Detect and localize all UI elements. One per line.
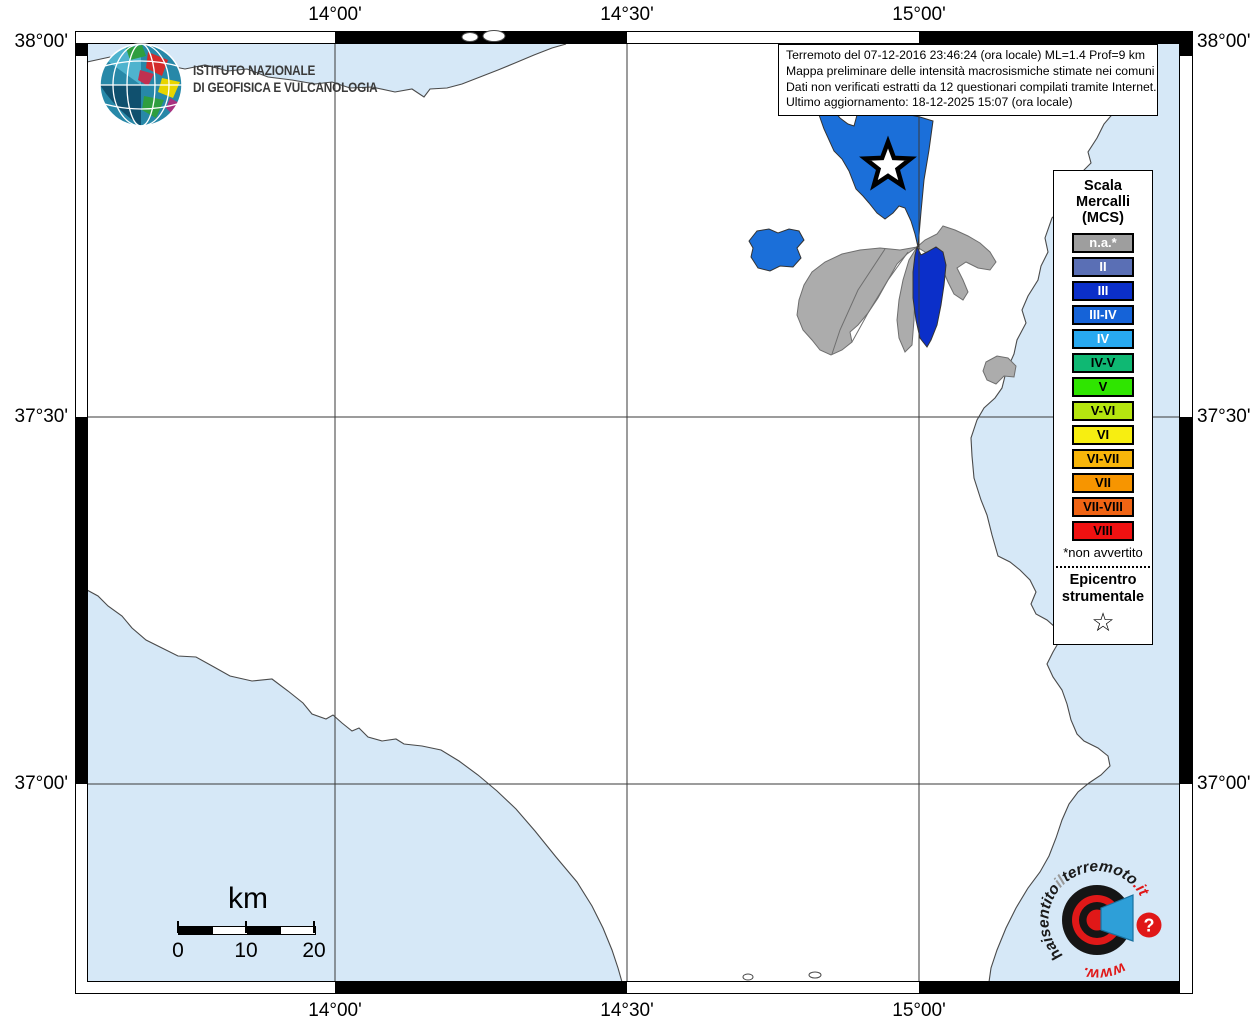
scalebar-seg2 xyxy=(213,927,247,934)
info-line-event: Terremoto del 07-12-2016 23:46:24 (ora l… xyxy=(786,48,1146,62)
lon-label-top-15-00: 15°00' xyxy=(892,4,946,25)
legend-item-III-IV: III-IV xyxy=(1072,305,1134,325)
lat-label-right-37-00: 37°00' xyxy=(1197,773,1251,794)
legend-item-VI-VII: VI-VII xyxy=(1072,449,1134,469)
scalebar-label-20: 20 xyxy=(302,939,326,962)
municipality-west-blue xyxy=(748,228,805,272)
legend-title-line3: (MCS) xyxy=(1082,210,1124,226)
lat-label-left-38-00: 38°00' xyxy=(14,31,69,52)
ingv-line2: DI GEOFISICA E VULCANOLOGIA xyxy=(193,78,378,95)
municipalities-na xyxy=(796,225,1017,385)
scalebar-label-0: 0 xyxy=(172,939,184,962)
lon-label-top-14-00: 14°00' xyxy=(308,4,362,25)
legend-item-VIII: VIII xyxy=(1072,521,1134,541)
scalebar-seg3 xyxy=(247,927,281,934)
sea-south xyxy=(87,590,622,982)
earthquake-info-box: Terremoto del 07-12-2016 23:46:24 (ora l… xyxy=(778,44,1158,117)
ingv-line1: ISTITUTO NAZIONALE xyxy=(193,62,316,78)
legend-item-n.a.*: n.a.* xyxy=(1072,233,1134,253)
lon-label-top-14-30: 14°30' xyxy=(600,4,654,25)
legend-items: n.a.* II III III-IV IV IV-V V V-VI VI VI-VII VII VI… xyxy=(1054,233,1152,541)
lat-label-left-37-00: 37°00' xyxy=(14,773,69,794)
municipality-iii xyxy=(912,245,947,348)
scalebar-tick-0 xyxy=(177,921,179,933)
legend-epicenter-line2: strumentale xyxy=(1061,589,1145,605)
scalebar-label-10: 10 xyxy=(234,939,258,962)
ingv-logo-text: ISTITUTO NAZIONALE DI GEOFISICA E VULCAN… xyxy=(193,62,378,95)
legend-item-V-VI: V-VI xyxy=(1072,401,1134,421)
scalebar-seg1 xyxy=(179,927,213,934)
logo-text-terremoto: terremoto xyxy=(1059,858,1141,889)
legend-item-VI: VI xyxy=(1072,425,1134,445)
legend-item-VII-VIII: VII-VIII xyxy=(1072,497,1134,517)
lat-label-left-37-30: 37°30' xyxy=(14,406,69,427)
legend-divider xyxy=(1056,566,1150,568)
scalebar-title: km xyxy=(228,882,268,915)
haisentito-logo: haisentitoilterremoto.it www. ? xyxy=(1035,858,1162,983)
legend-title-line1: Scala xyxy=(1084,178,1122,194)
lon-label-bottom-15-00: 15°00' xyxy=(892,1000,946,1021)
legend-item-V: V xyxy=(1072,377,1134,397)
legend-item-VII: VII xyxy=(1072,473,1134,493)
lat-label-right-38-00: 38°00' xyxy=(1197,31,1251,52)
macroseismic-map-page: 14°00' 14°30' 15°00' 14°00' 14°30' 15°00… xyxy=(0,0,1255,1024)
scalebar-seg4 xyxy=(281,927,315,934)
scalebar-tick-20 xyxy=(313,921,315,933)
lon-label-bottom-14-00: 14°00' xyxy=(308,1000,362,1021)
legend-title: Scala Mercalli (MCS) xyxy=(1054,171,1152,233)
info-line-map: Mappa preliminare delle intensità macros… xyxy=(786,63,1155,78)
legend-epicenter-title: Epicentro strumentale xyxy=(1054,572,1152,606)
epicenter-star-icon: ☆ xyxy=(1091,608,1115,638)
lat-label-right-37-30: 37°30' xyxy=(1197,406,1251,427)
scalebar xyxy=(178,926,316,935)
question-mark-icon: ? xyxy=(1144,916,1155,936)
scalebar-tick-10 xyxy=(245,921,247,933)
legend-item-IV-V: IV-V xyxy=(1072,353,1134,373)
logo-text-haisentito: haisentito xyxy=(1035,881,1066,964)
legend-item-II: II xyxy=(1072,257,1134,277)
legend-title-line2: Mercalli xyxy=(1076,194,1130,210)
legend-item-IV: IV xyxy=(1072,329,1134,349)
ingv-globe-logo xyxy=(99,43,183,127)
legend-epicenter-line1: Epicentro xyxy=(1069,572,1137,588)
info-line-data: Dati non verificati estratti da 12 quest… xyxy=(786,79,1157,94)
legend-footnote: *non avvertito xyxy=(1063,545,1143,560)
legend-item-III: III xyxy=(1072,281,1134,301)
mcs-legend: Scala Mercalli (MCS) n.a.* II III III-IV IV I… xyxy=(1053,170,1153,645)
logo-text-www: www. xyxy=(1081,959,1128,983)
lon-label-bottom-14-30: 14°30' xyxy=(600,1000,654,1021)
info-line-updated: Ultimo aggiornamento: 18-12-2025 15:07 (… xyxy=(786,95,1073,110)
